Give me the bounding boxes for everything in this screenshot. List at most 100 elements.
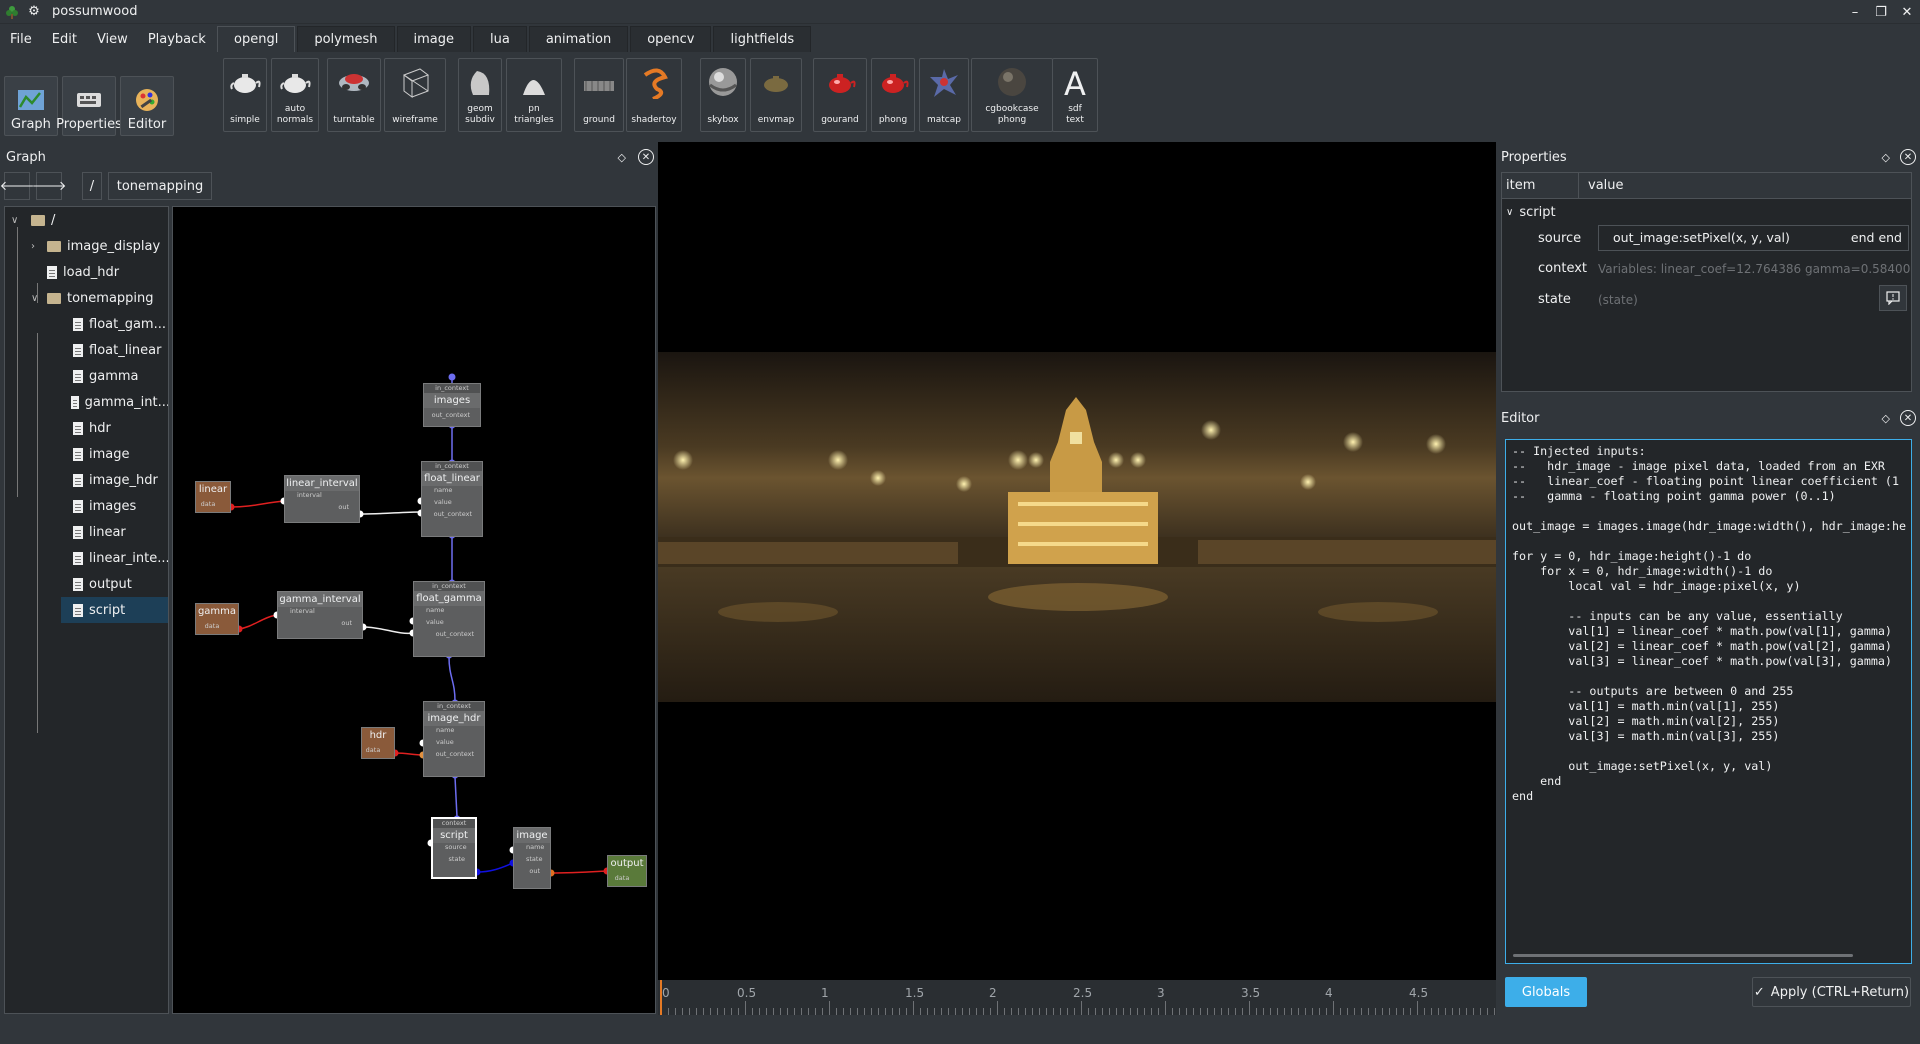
graph-node-float-gamma[interactable]: in_context float_gamma name value out_contex… bbox=[413, 581, 485, 657]
letter-a-icon: A bbox=[1058, 65, 1092, 99]
graph-node-gamma[interactable]: gamma data bbox=[195, 603, 239, 635]
horizontal-scrollbar[interactable] bbox=[1513, 954, 1853, 957]
graph-node-linear[interactable]: linear data bbox=[195, 481, 231, 513]
pn-triangles-icon bbox=[517, 65, 551, 99]
tool-matcap[interactable]: matcap bbox=[919, 58, 969, 132]
tree-item-gamma_int[interactable]: gamma_int... bbox=[61, 389, 168, 415]
minimize-button[interactable]: – bbox=[1842, 5, 1868, 20]
breadcrumb-tonemapping[interactable]: tonemapping bbox=[108, 172, 212, 200]
graph-panel: Graph ◇ ✕ 🡐 🡒 / tonemapping ∨ / › image_dis… bbox=[0, 140, 656, 1015]
graph-node-image-hdr[interactable]: in_context image_hdr name value out_context bbox=[423, 701, 485, 777]
timeline-tick bbox=[1109, 1008, 1110, 1015]
timeline-tick bbox=[1165, 1001, 1166, 1015]
graph-node-float-linear[interactable]: in_context float_linear name value out_conte… bbox=[421, 461, 483, 537]
tab-lightfields[interactable]: lightfields bbox=[713, 26, 812, 52]
tree-item-[interactable]: ∨ / bbox=[5, 207, 168, 233]
tree-item-image[interactable]: image bbox=[61, 441, 168, 467]
tree-item-load_hdr[interactable]: load_hdr bbox=[5, 259, 168, 285]
settings-icon[interactable]: ⚙ bbox=[26, 4, 42, 20]
timeline-tick bbox=[1424, 1008, 1425, 1015]
tab-opengl[interactable]: opengl bbox=[217, 26, 296, 52]
menu-view[interactable]: View bbox=[87, 32, 138, 47]
tool-phong[interactable]: phong bbox=[871, 58, 915, 132]
float-panel-icon[interactable]: ◇ bbox=[1882, 151, 1890, 164]
forward-button[interactable]: 🡒 bbox=[32, 172, 66, 200]
tree-item-linear_inte[interactable]: linear_inte... bbox=[61, 545, 168, 571]
tab-animation[interactable]: animation bbox=[528, 26, 629, 52]
port-label: in_context bbox=[424, 384, 480, 393]
graph-node-linear-interval[interactable]: linear_interval interval out bbox=[284, 475, 360, 523]
property-group-script[interactable]: ∨ script bbox=[1506, 205, 1556, 220]
tool-pn-triangles[interactable]: pn triangles bbox=[506, 58, 562, 132]
state-edit-button[interactable] bbox=[1879, 285, 1907, 311]
tab-lua[interactable]: lua bbox=[473, 26, 527, 52]
tree-item-images[interactable]: images bbox=[61, 493, 168, 519]
tree-item-float_gam[interactable]: float_gam... bbox=[61, 311, 168, 337]
back-button[interactable]: 🡐 bbox=[0, 172, 34, 200]
tree-item-output[interactable]: output bbox=[61, 571, 168, 597]
3d-viewport[interactable] bbox=[658, 142, 1496, 980]
close-panel-icon[interactable]: ✕ bbox=[1900, 149, 1916, 165]
tab-image[interactable]: image bbox=[396, 26, 471, 52]
apply-label: Apply (CTRL+Return) bbox=[1770, 984, 1910, 1000]
tool-auto-normals[interactable]: auto normals bbox=[271, 58, 319, 132]
timeline-tick bbox=[1319, 1008, 1320, 1015]
tool-gourand[interactable]: gourand bbox=[813, 58, 867, 132]
close-panel-icon[interactable]: ✕ bbox=[1900, 410, 1916, 426]
tree-item-image_display[interactable]: › image_display bbox=[5, 233, 168, 259]
code-editor[interactable]: -- Injected inputs: -- hdr_image - image… bbox=[1505, 439, 1912, 964]
tool-sdf-text[interactable]: Asdf text bbox=[1052, 58, 1098, 132]
source-value-field[interactable]: out_image:setPixel(x, y, val) end end bbox=[1598, 225, 1909, 251]
menu-playback[interactable]: Playback bbox=[138, 32, 216, 47]
tree-item-script[interactable]: script bbox=[61, 597, 168, 623]
chevron-right-icon[interactable]: › bbox=[31, 241, 35, 252]
port-label: out_context bbox=[435, 750, 474, 758]
graph-node-script[interactable]: context script source state bbox=[431, 817, 477, 879]
maximize-button[interactable]: ❐ bbox=[1868, 5, 1894, 20]
tool-ground[interactable]: ground bbox=[574, 58, 624, 132]
editor-panel: Editor ◇ ✕ -- Injected inputs: -- hdr_im… bbox=[1497, 403, 1916, 1015]
timeline-tick bbox=[955, 1008, 956, 1015]
breadcrumb-root[interactable]: / bbox=[82, 172, 102, 200]
tool-simple[interactable]: simple bbox=[223, 58, 267, 132]
tree-item-tonemapping[interactable]: ∨ tonemapping bbox=[5, 285, 168, 311]
port-label: out bbox=[338, 503, 349, 511]
graph-node-gamma-interval[interactable]: gamma_interval interval out bbox=[277, 591, 363, 639]
graph-node-images[interactable]: in_context images out_context bbox=[423, 383, 481, 427]
tool-cgbookcase-phong[interactable]: cgbookcase phong bbox=[971, 58, 1053, 132]
timeline-tick bbox=[731, 1008, 732, 1015]
menu-file[interactable]: File bbox=[0, 32, 42, 47]
tab-polymesh[interactable]: polymesh bbox=[297, 26, 395, 52]
float-panel-icon[interactable]: ◇ bbox=[618, 151, 626, 164]
close-window-button[interactable]: ✕ bbox=[1894, 5, 1920, 20]
tree-item-linear[interactable]: linear bbox=[61, 519, 168, 545]
tree-item-float_linear[interactable]: float_linear bbox=[61, 337, 168, 363]
float-panel-icon[interactable]: ◇ bbox=[1882, 412, 1890, 425]
chevron-down-icon[interactable]: ∨ bbox=[11, 215, 18, 226]
timeline-tick bbox=[948, 1008, 949, 1015]
tool-wireframe[interactable]: wireframe bbox=[384, 58, 446, 132]
graph-node-output[interactable]: output data bbox=[607, 855, 647, 887]
timeline-label: 0 bbox=[662, 986, 670, 1000]
tool-turntable[interactable]: turntable bbox=[327, 58, 381, 132]
timeline[interactable]: 0 0.5 1 1.5 2 2.5 3 3.5 4 4.5 bbox=[658, 980, 1496, 1015]
tool-geom-subdiv[interactable]: geom subdiv bbox=[458, 58, 502, 132]
node-graph-canvas[interactable]: in_context images out_context in_context flo… bbox=[172, 206, 656, 1014]
apply-button[interactable]: ✓ Apply (CTRL+Return) bbox=[1752, 977, 1911, 1007]
tree-guide-line bbox=[17, 227, 18, 497]
timeline-tick bbox=[1221, 1008, 1222, 1015]
tree-item-hdr[interactable]: hdr bbox=[61, 415, 168, 441]
playhead[interactable] bbox=[660, 980, 662, 1015]
node-port[interactable] bbox=[448, 373, 456, 381]
globals-button[interactable]: Globals bbox=[1505, 977, 1587, 1007]
close-panel-icon[interactable]: ✕ bbox=[638, 149, 654, 165]
graph-node-image[interactable]: image name state out bbox=[513, 827, 551, 889]
tool-skybox[interactable]: skybox bbox=[700, 58, 746, 132]
tree-item-image_hdr[interactable]: image_hdr bbox=[61, 467, 168, 493]
menu-edit[interactable]: Edit bbox=[42, 32, 87, 47]
tab-opencv[interactable]: opencv bbox=[630, 26, 712, 52]
tool-shadertoy[interactable]: shadertoy bbox=[626, 58, 682, 132]
tree-item-gamma[interactable]: gamma bbox=[61, 363, 168, 389]
graph-node-hdr[interactable]: hdr data bbox=[361, 727, 395, 759]
tool-envmap[interactable]: envmap bbox=[750, 58, 802, 132]
